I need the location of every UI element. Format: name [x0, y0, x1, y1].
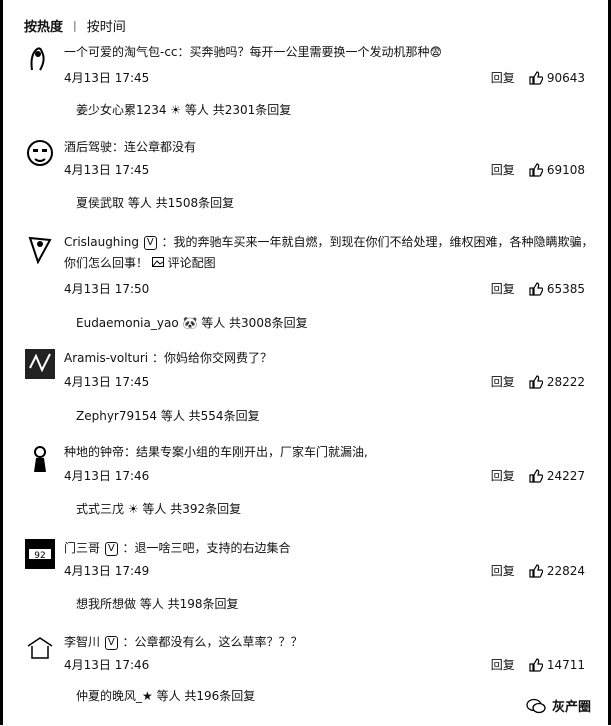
comment-text: Aramis-volturi ：你妈给你交网费了？ — [64, 348, 594, 369]
like-button[interactable]: 22824 — [529, 564, 585, 578]
comment-text: 种地的钟帝：结果专案小组的车刚开出，厂家车门就漏油, — [64, 445, 368, 459]
sort-time-tab[interactable]: 按时间 — [87, 16, 126, 35]
avatar[interactable] — [24, 632, 56, 664]
reply-button[interactable]: 回复 — [491, 69, 515, 86]
like-count: 24227 — [546, 468, 585, 483]
comment-item: Crislaughing V ：我的奔驰车买来一年就自燃，到现在你们不给处理，维… — [0, 232, 611, 332]
image-icon — [151, 257, 164, 267]
like-count: 28222 — [546, 374, 585, 389]
comment-actions: 回复 28222 — [491, 373, 585, 390]
like-count: 65385 — [546, 281, 585, 296]
comment-item: 种地的钟帝：结果专案小组的车刚开出，厂家车门就漏油, 4月13日 17:46 回… — [0, 442, 611, 536]
comment-date: 4月13日 17:46 — [64, 469, 150, 483]
comment-date: 4月13日 17:46 — [64, 658, 150, 672]
replies-summary[interactable]: 式式三戊 ☀ 等人 共392条回复 — [76, 500, 241, 517]
comment-actions: 回复 14711 — [491, 656, 585, 673]
comment-text: 一个可爱的淘气包-cc：买奔驰吗？每开一公里需要换一个发动机那种😨 — [64, 45, 443, 59]
avatar[interactable] — [24, 348, 56, 380]
verified-badge: V — [104, 636, 118, 650]
comment-date: 4月13日 17:50 — [64, 282, 150, 296]
thumb-up-icon — [529, 468, 543, 483]
comment-item: 酒后驾驶：连公章都没有 4月13日 17:45 回复 69108 夏侯武取 等人… — [0, 137, 611, 231]
sort-separator: | — [73, 19, 77, 32]
thumb-up-icon — [529, 70, 543, 85]
comment-username[interactable]: Crislaughing — [64, 235, 139, 249]
reply-button[interactable]: 回复 — [491, 373, 515, 390]
like-count: 90643 — [546, 70, 585, 85]
reply-button[interactable]: 回复 — [491, 656, 515, 673]
comment-body: ：公章都没有么，这么草率？？？ — [122, 635, 303, 649]
comment-username[interactable]: 门三哥 — [64, 541, 100, 555]
comment-actions: 回复 24227 — [491, 467, 585, 484]
like-button[interactable]: 90643 — [529, 71, 585, 85]
thumb-up-icon — [529, 657, 543, 672]
comment-date: 4月13日 17:45 — [64, 163, 150, 177]
comment-actions: 回复 90643 — [491, 69, 585, 86]
reply-button[interactable]: 回复 — [491, 467, 515, 484]
image-attachment[interactable]: 评论配图 — [151, 256, 216, 270]
svg-text:92: 92 — [34, 551, 45, 561]
thumb-up-icon — [529, 374, 543, 389]
like-button[interactable]: 69108 — [529, 163, 585, 177]
comment-item: Aramis-volturi ：你妈给你交网费了？ 4月13日 17:45 回复… — [0, 348, 611, 442]
watermark: 灰产圈 — [526, 696, 591, 715]
comment-username[interactable]: 李智川 — [64, 635, 100, 649]
comment-text: 李智川 V ：公章都没有么，这么草率？？？ — [64, 632, 594, 653]
comment-text: Crislaughing V ：我的奔驰车买来一年就自燃，到现在你们不给处理，维… — [64, 232, 594, 274]
replies-summary[interactable]: Zephyr79154 等人 共554条回复 — [76, 407, 260, 424]
watermark-text: 灰产圈 — [551, 700, 591, 715]
avatar[interactable] — [24, 232, 56, 264]
comment-text: 酒后驾驶：连公章都没有 — [64, 140, 197, 154]
comment-date: 4月13日 17:45 — [64, 375, 150, 389]
like-button[interactable]: 65385 — [529, 282, 585, 296]
avatar[interactable] — [24, 42, 56, 74]
comment-date: 4月13日 17:49 — [64, 564, 150, 578]
thumb-up-icon — [529, 281, 543, 296]
comment-date: 4月13日 17:45 — [64, 71, 150, 85]
thumb-up-icon — [529, 563, 543, 578]
avatar[interactable]: 92 — [24, 538, 56, 570]
like-count: 22824 — [546, 563, 585, 578]
avatar[interactable] — [24, 442, 56, 474]
comment-actions: 回复 69108 — [491, 161, 585, 178]
avatar[interactable] — [24, 137, 56, 169]
like-count: 14711 — [546, 657, 585, 672]
replies-summary[interactable]: 仲夏的晚风_★ 等人 共196条回复 — [76, 687, 255, 704]
reply-button[interactable]: 回复 — [491, 280, 515, 297]
comment-actions: 回复 22824 — [491, 562, 585, 579]
comment-item: 一个可爱的淘气包-cc：买奔驰吗？每开一公里需要换一个发动机那种😨 4月13日 … — [0, 42, 611, 136]
comment-actions: 回复 65385 — [491, 280, 585, 297]
verified-badge: V — [143, 236, 157, 250]
image-attachment-label: 评论配图 — [167, 256, 216, 270]
like-button[interactable]: 14711 — [529, 658, 585, 672]
replies-summary[interactable]: Eudaemonia_yao 🐼 等人 共3008条回复 — [76, 314, 308, 331]
verified-badge: V — [104, 542, 118, 556]
replies-summary[interactable]: 姜少女心累1234 ☀ 等人 共2301条回复 — [76, 101, 291, 118]
comment-text: 门三哥 V ：退一啥三吧，支持的右边集合 — [64, 538, 594, 559]
thumb-up-icon — [529, 162, 543, 177]
like-button[interactable]: 28222 — [529, 375, 585, 389]
wechat-icon — [526, 698, 546, 713]
comment-username[interactable]: Aramis-volturi — [64, 351, 148, 365]
replies-summary[interactable]: 想我所想做 等人 共198条回复 — [76, 595, 239, 612]
comment-body: ：你妈给你交网费了？ — [151, 351, 272, 365]
comment-item: 李智川 V ：公章都没有么，这么草率？？？ 4月13日 17:46 回复 147… — [0, 632, 611, 726]
like-button[interactable]: 24227 — [529, 469, 585, 483]
comment-body: ：退一啥三吧，支持的右边集合 — [122, 541, 291, 555]
comment-item: 92 门三哥 V ：退一啥三吧，支持的右边集合 4月13日 17:49 回复 2… — [0, 538, 611, 632]
sort-bar: 按热度 | 按时间 — [24, 16, 126, 35]
like-count: 69108 — [546, 162, 585, 177]
replies-summary[interactable]: 夏侯武取 等人 共1508条回复 — [76, 194, 234, 211]
reply-button[interactable]: 回复 — [491, 562, 515, 579]
reply-button[interactable]: 回复 — [491, 161, 515, 178]
sort-hot-tab[interactable]: 按热度 — [24, 16, 63, 35]
